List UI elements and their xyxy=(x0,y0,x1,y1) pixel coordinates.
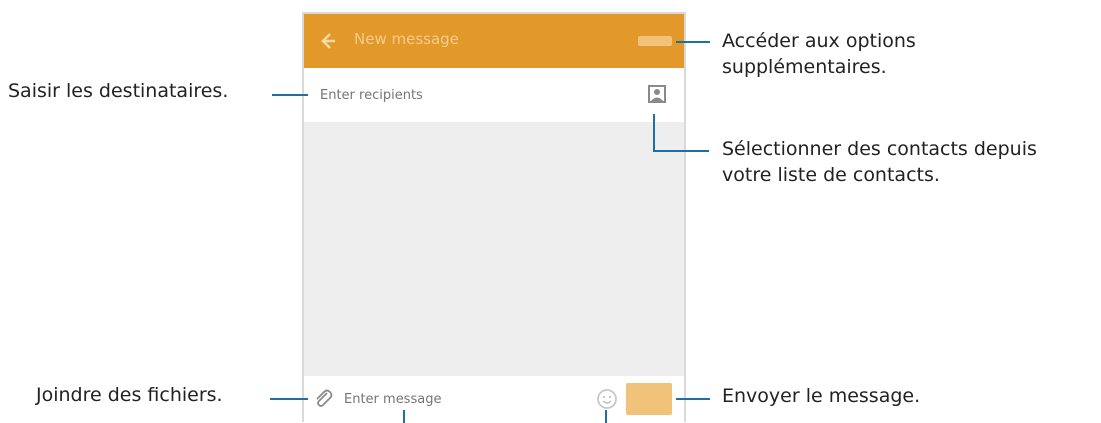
callout-recipients: Saisir les destinataires. xyxy=(8,80,229,102)
callout-line-send xyxy=(676,398,710,400)
message-thread-area xyxy=(304,122,684,378)
callout-line-emoji xyxy=(605,410,607,423)
screen-title: New message xyxy=(354,30,459,48)
callout-contacts-line-2: votre liste de contacts. xyxy=(722,164,940,186)
callout-contacts: Sélectionner des contacts depuis votre l… xyxy=(722,136,1037,188)
callout-contacts-line-1: Sélectionner des contacts depuis xyxy=(722,138,1037,160)
callout-options: Accéder aux options supplémentaires. xyxy=(722,28,916,80)
back-arrow-icon[interactable] xyxy=(318,31,338,51)
emoji-icon[interactable] xyxy=(596,388,618,410)
attach-icon[interactable] xyxy=(312,388,334,410)
recipient-input[interactable] xyxy=(320,85,600,105)
recipient-row xyxy=(304,68,684,122)
contacts-icon[interactable] xyxy=(648,85,666,103)
more-options-button[interactable] xyxy=(638,36,672,46)
callout-line-message-input xyxy=(403,410,405,423)
callout-line-contacts-horizontal xyxy=(653,150,709,152)
callout-options-line-2: supplémentaires. xyxy=(722,56,887,78)
callout-line-contacts-vertical xyxy=(653,114,655,151)
message-input[interactable] xyxy=(344,389,544,409)
callout-line-recipients xyxy=(272,94,308,96)
send-button[interactable] xyxy=(626,383,672,415)
callout-options-line-1: Accéder aux options xyxy=(722,30,916,52)
callout-line-options xyxy=(676,41,710,43)
compose-bar xyxy=(304,376,684,422)
callout-send: Envoyer le message. xyxy=(722,385,921,407)
phone-screen: New message xyxy=(302,12,686,422)
callout-line-attach xyxy=(270,398,308,400)
callout-attach: Joindre des fichiers. xyxy=(36,384,223,406)
app-bar: New message xyxy=(304,14,684,68)
